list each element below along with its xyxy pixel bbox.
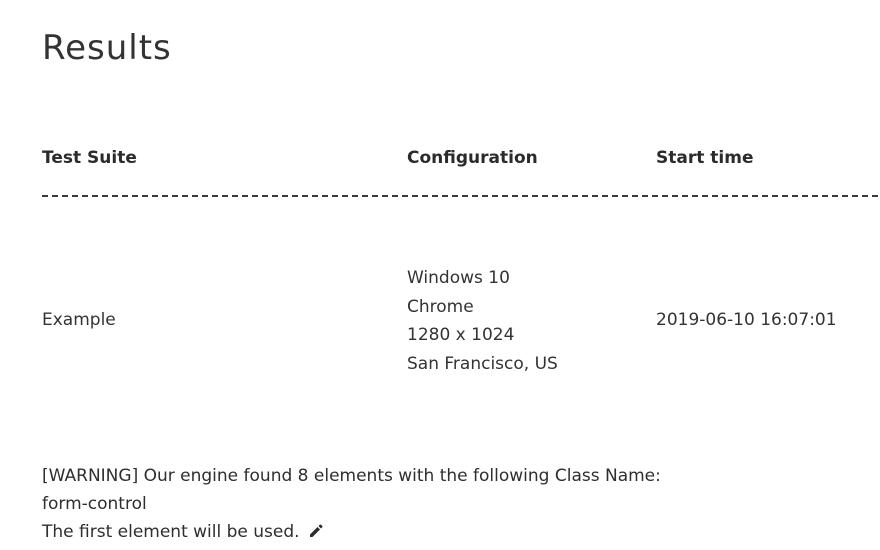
cell-test-suite: Example [42,310,116,330]
warning-note-text: The first element will be used. [42,522,300,542]
header-test-suite: Test Suite [42,148,137,168]
config-resolution: 1280 x 1024 [407,325,515,345]
header-configuration: Configuration [407,148,538,168]
table-header: Test Suite Configuration Start time [42,140,878,180]
config-browser: Chrome [407,296,474,317]
cell-start-time: 2019-06-10 16:07:01 [656,310,837,330]
pencil-icon[interactable] [308,520,324,537]
header-divider [42,195,878,197]
page-title: Results [42,28,172,68]
config-location: San Francisco, US [407,353,558,374]
warning-note: The first element will be used. [42,518,661,546]
warning-line: [WARNING] Our engine found 8 elements wi… [42,466,661,486]
warning-class-name: form-control [42,494,147,514]
table-row: Example Windows 10 Chrome 1280 x 1024 Sa… [42,264,878,376]
results-table: Test Suite Configuration Start time Exam… [42,140,878,374]
header-start-time: Start time [656,148,754,168]
config-os: Windows 10 [407,268,510,288]
warning-message: [WARNING] Our engine found 8 elements wi… [42,462,661,546]
cell-configuration: Windows 10 Chrome 1280 x 1024 San Franci… [407,264,558,378]
